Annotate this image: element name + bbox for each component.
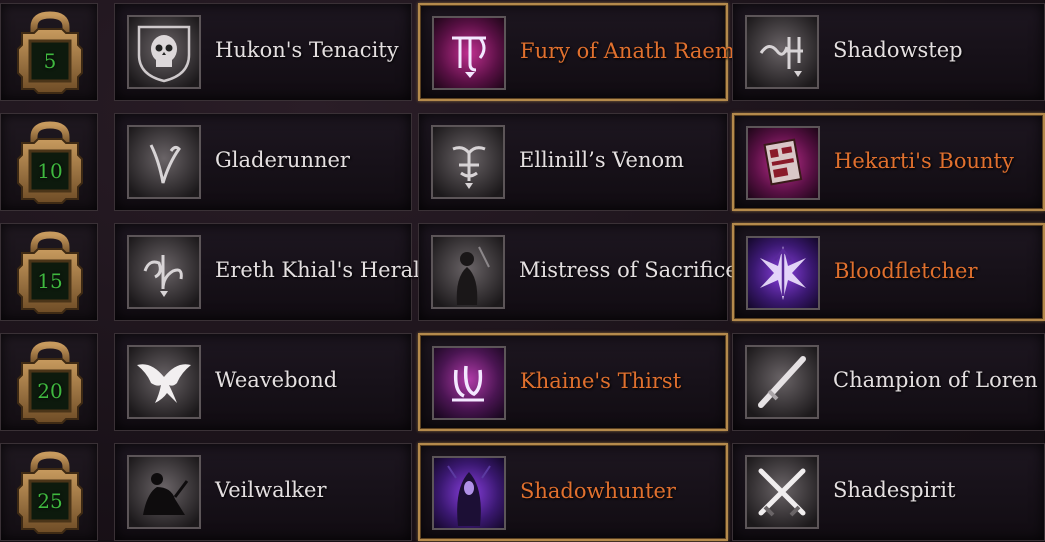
talent-option[interactable]: Weavebond <box>114 333 412 431</box>
talent-name: Shadespirit <box>833 478 956 502</box>
talent-grid: 5 Hukon's Tenacity Fury of Anath Raema Shad… <box>0 0 1045 542</box>
talent-name: Shadowhunter <box>520 479 676 503</box>
bird-icon <box>127 345 201 419</box>
figure-icon <box>431 235 505 309</box>
talent-name: Veilwalker <box>215 478 327 502</box>
talent-name: Shadowstep <box>833 38 963 62</box>
talent-option[interactable]: Ereth Khial's Herald <box>114 223 433 321</box>
rune-khaine-icon <box>432 346 506 420</box>
talent-option-selected[interactable]: Hekarti's Bounty <box>732 113 1045 211</box>
talent-option[interactable]: Shadespirit <box>732 443 1045 541</box>
talent-tier-row: 10 Gladerunner Ellinill’s Venom Hekarti's B… <box>0 113 1045 211</box>
unlock-level-number: 10 <box>37 159 63 183</box>
talent-option-selected[interactable]: Shadowhunter <box>418 443 728 541</box>
talent-option[interactable]: Mistress of Sacrifice <box>418 223 738 321</box>
talent-option[interactable]: Veilwalker <box>114 443 412 541</box>
crouching-figure-icon <box>127 455 201 529</box>
talent-name: Gladerunner <box>215 148 350 172</box>
unlock-level-number: 20 <box>37 379 63 403</box>
talent-tier-row: 25 Veilwalker Shadowhunter Shadespirit <box>0 443 1045 541</box>
rune-venom-icon <box>431 125 505 199</box>
talent-name: Hekarti's Bounty <box>834 149 1014 173</box>
talent-name: Hukon's Tenacity <box>215 38 399 62</box>
talent-option[interactable]: Gladerunner <box>114 113 412 211</box>
level-lock-cell: 25 <box>0 443 98 541</box>
talent-tier-row: 20 Weavebond Khaine's Thirst Champion of Lo… <box>0 333 1045 431</box>
talent-name: Khaine's Thirst <box>520 369 682 393</box>
talent-option-selected[interactable]: Khaine's Thirst <box>418 333 728 431</box>
unlock-level-number: 15 <box>37 269 63 293</box>
level-lock-cell: 20 <box>0 333 98 431</box>
talent-name: Fury of Anath Raema <box>520 39 748 63</box>
talent-option[interactable]: Ellinill’s Venom <box>418 113 728 211</box>
rune-glade-icon <box>127 125 201 199</box>
rune-herald-icon <box>127 235 201 309</box>
skull-shield-icon <box>127 15 201 89</box>
padlock-icon: 25 <box>10 451 90 535</box>
talent-name: Champion of Loren <box>833 368 1038 392</box>
rune-anath-icon <box>432 16 506 90</box>
padlock-icon: 10 <box>10 121 90 205</box>
talent-name: Ellinill’s Venom <box>519 148 685 172</box>
crossed-daggers-icon <box>745 455 819 529</box>
talent-tier-row: 15 Ereth Khial's Herald Mistress of Sacrif… <box>0 223 1045 321</box>
hooded-figure-icon <box>432 456 506 530</box>
talent-name: Bloodfletcher <box>834 259 978 283</box>
talent-name: Ereth Khial's Herald <box>215 258 434 282</box>
talent-tier-row: 5 Hukon's Tenacity Fury of Anath Raema Shad… <box>0 3 1045 101</box>
unlock-level-number: 5 <box>43 49 57 73</box>
sword-icon <box>745 345 819 419</box>
talent-option[interactable]: Champion of Loren <box>732 333 1045 431</box>
arrow-burst-icon <box>746 236 820 310</box>
talent-option-selected[interactable]: Bloodfletcher <box>732 223 1045 321</box>
level-lock-cell: 5 <box>0 3 98 101</box>
talent-option[interactable]: Shadowstep <box>732 3 1045 101</box>
level-lock-cell: 15 <box>0 223 98 321</box>
talent-name: Weavebond <box>215 368 338 392</box>
talent-name: Mistress of Sacrifice <box>519 258 738 282</box>
talent-option-selected[interactable]: Fury of Anath Raema <box>418 3 747 101</box>
bounty-icon <box>746 126 820 200</box>
rune-shadow-icon <box>745 15 819 89</box>
padlock-icon: 15 <box>10 231 90 315</box>
padlock-icon: 20 <box>10 341 90 425</box>
level-lock-cell: 10 <box>0 113 98 211</box>
talent-option[interactable]: Hukon's Tenacity <box>114 3 412 101</box>
padlock-icon: 5 <box>10 11 90 95</box>
unlock-level-number: 25 <box>37 489 63 513</box>
